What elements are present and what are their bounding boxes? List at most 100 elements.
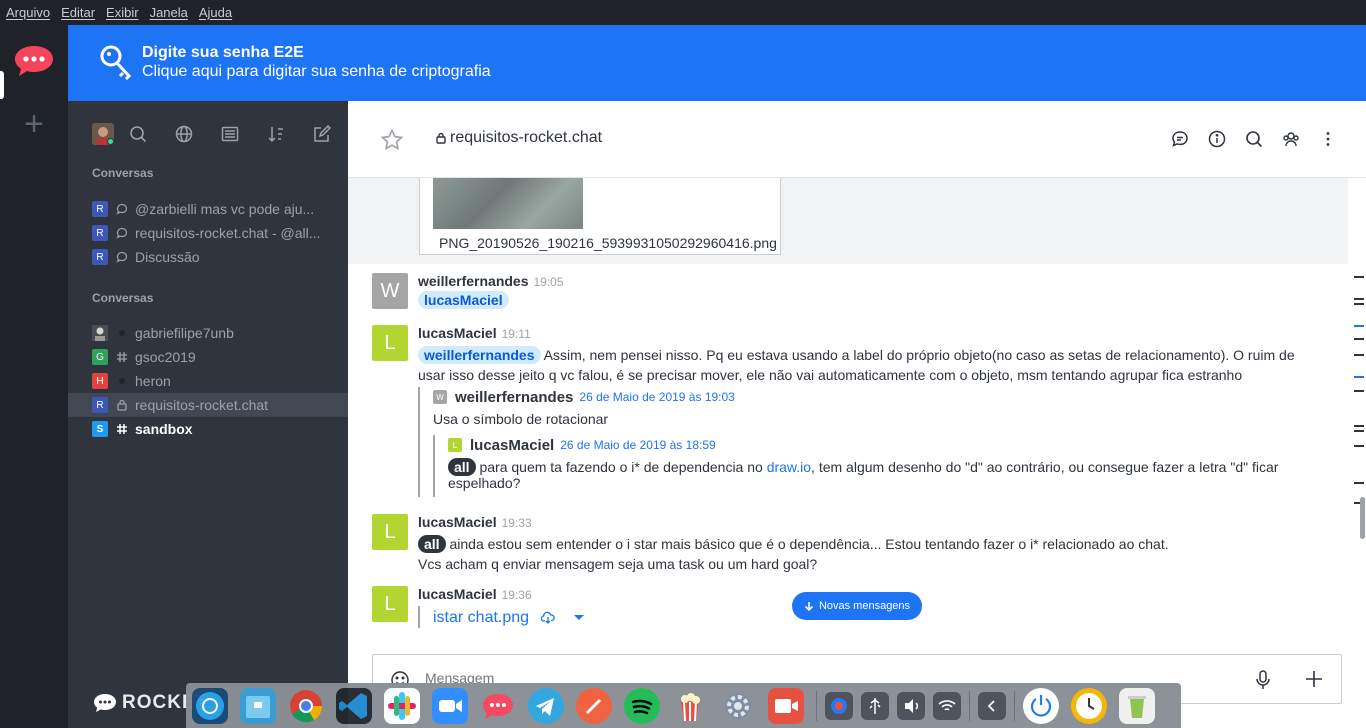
message-username[interactable]: lucasMaciel [418, 325, 497, 341]
chevron-left-icon[interactable] [978, 691, 1006, 720]
message-username[interactable]: lucasMaciel [418, 586, 497, 602]
zoom-icon[interactable] [432, 687, 468, 724]
user-mention[interactable]: lucasMaciel [418, 291, 509, 309]
message-text: Assim, nem pensei nisso. Pq eu estava us… [418, 347, 1295, 383]
room-label: @zarbielli mas vc pode aju... [135, 201, 315, 217]
attachment-thumbnail[interactable] [433, 178, 583, 229]
wifi-tray-icon[interactable] [933, 691, 961, 720]
chrome-icon[interactable] [288, 688, 324, 724]
sort-icon[interactable] [267, 125, 285, 143]
message-time: 19:11 [501, 327, 531, 341]
microphone-icon[interactable] [1253, 669, 1273, 691]
power-icon[interactable] [1023, 687, 1059, 724]
search-icon[interactable] [129, 125, 147, 143]
vpn-tray-icon[interactable] [825, 691, 853, 720]
vscode-icon[interactable] [336, 687, 372, 724]
search-messages-icon[interactable] [1244, 129, 1264, 149]
user-avatar[interactable]: L [372, 514, 408, 550]
members-icon[interactable] [1281, 129, 1301, 149]
slack-icon[interactable] [384, 687, 420, 724]
spotify-icon[interactable] [624, 687, 660, 724]
quote-username[interactable]: weillerfernandes [455, 389, 573, 406]
message-body: all ainda estou sem entender o i star ma… [418, 534, 1318, 574]
sidebar-item-heron[interactable]: H heron [68, 369, 348, 393]
room-avatar: R [92, 397, 108, 413]
trash-icon[interactable] [1119, 687, 1155, 724]
user-mention[interactable]: weillerfernandes [418, 346, 541, 364]
sidebar-item-discussion-2[interactable]: R requisitos-rocket.chat - @all... [68, 221, 348, 245]
message-username[interactable]: weillerfernandes [418, 273, 529, 289]
sidebar-item-discussion-3[interactable]: R Discussão [68, 245, 348, 269]
menu-janela[interactable]: Janela [150, 5, 188, 20]
menu-editar[interactable]: Editar [61, 5, 95, 20]
settings-gear-icon[interactable] [720, 688, 756, 724]
rocketchat-server-icon[interactable] [12, 40, 56, 80]
room-label: Discussão [135, 249, 200, 265]
rocketchat-dock-icon[interactable] [480, 688, 516, 724]
quote-date[interactable]: 26 de Maio de 2019 às 18:59 [560, 438, 715, 452]
kebab-menu-icon[interactable] [1318, 129, 1338, 149]
directory-globe-icon[interactable] [175, 125, 193, 143]
message-scrollbar[interactable] [1352, 270, 1366, 530]
file-manager-icon[interactable] [240, 687, 276, 724]
room-label: requisitos-rocket.chat [135, 397, 269, 413]
status-dot-icon [116, 378, 128, 384]
chevron-down-icon[interactable] [573, 614, 585, 622]
sidebar-item-gabriefilipe7unb[interactable]: gabriefilipe7unb [68, 321, 348, 345]
sidebar-item-discussion-1[interactable]: R @zarbielli mas vc pode aju... [68, 197, 348, 221]
image-attachment[interactable]: PNG_20190526_190216_5939931050292960416.… [419, 178, 781, 255]
lock-icon [436, 132, 446, 144]
attachment-filename[interactable]: PNG_20190526_190216_5939931050292960416.… [439, 235, 777, 251]
popcorn-time-icon[interactable] [672, 688, 708, 724]
usb-tray-icon[interactable] [861, 691, 889, 720]
info-icon[interactable] [1207, 129, 1227, 149]
e2e-title: Digite sua senha E2E [142, 44, 304, 61]
e2e-password-banner[interactable]: Digite sua senha E2E Clique aqui para di… [68, 25, 1366, 101]
sidebar-item-gsoc2019[interactable]: G gsoc2019 [68, 345, 348, 369]
drawio-link[interactable]: draw.io [767, 459, 811, 475]
menu-ajuda[interactable]: Ajuda [199, 5, 232, 20]
plus-icon[interactable] [1303, 668, 1325, 690]
add-server-icon[interactable]: + [20, 107, 48, 145]
user-avatar[interactable]: L [372, 325, 408, 361]
discussion-icon [116, 251, 128, 263]
postman-icon[interactable] [576, 687, 612, 724]
file-link[interactable]: istar chat.png [433, 609, 529, 627]
all-mention[interactable]: all [418, 535, 446, 553]
message-list[interactable]: PNG_20190526_190216_5939931050292960416.… [348, 178, 1366, 628]
screen-recorder-icon[interactable] [768, 687, 804, 724]
quote-avatar: L [448, 438, 462, 452]
view-mode-list-icon[interactable] [221, 125, 239, 143]
discussion-icon[interactable] [1170, 129, 1190, 149]
volume-tray-icon[interactable] [897, 691, 925, 720]
room-label: gsoc2019 [135, 349, 196, 365]
dock-separator [816, 690, 817, 721]
user-avatar[interactable]: L [372, 586, 408, 622]
all-mention[interactable]: all [448, 458, 476, 476]
room-label: gabriefilipe7unb [135, 325, 234, 341]
desktop-dock [186, 683, 1181, 728]
scrollbar-thumb[interactable] [1360, 497, 1365, 539]
room-avatar: S [92, 421, 108, 437]
favorite-star-icon[interactable] [380, 128, 404, 152]
menu-exibir[interactable]: Exibir [106, 5, 139, 20]
user-avatar[interactable]: W [372, 273, 408, 309]
telegram-icon[interactable] [528, 687, 564, 724]
room-header: requisitos-rocket.chat [348, 101, 1366, 178]
user-avatar[interactable] [92, 123, 114, 145]
download-icon[interactable] [541, 611, 555, 625]
quote-username[interactable]: lucasMaciel [470, 437, 554, 454]
room-avatar: H [92, 373, 108, 389]
create-new-icon[interactable] [313, 125, 331, 143]
app-menubar: Arquivo Editar Exibir Janela Ajuda [0, 0, 1366, 25]
sidebar-item-requisitos-rocket-chat[interactable]: R requisitos-rocket.chat [68, 393, 348, 417]
message-username[interactable]: lucasMaciel [418, 514, 497, 530]
quote-date[interactable]: 26 de Maio de 2019 às 19:03 [579, 390, 734, 404]
menu-arquivo[interactable]: Arquivo [6, 5, 50, 20]
deepin-launcher-icon[interactable] [192, 687, 228, 724]
quote-body: all para quem ta fazendo o i* de depende… [448, 458, 1293, 491]
server-list: + [0, 25, 68, 728]
new-messages-button[interactable]: Novas mensagens [792, 592, 922, 620]
clock-icon[interactable] [1071, 687, 1107, 724]
sidebar-item-sandbox[interactable]: S sandbox [68, 417, 348, 441]
